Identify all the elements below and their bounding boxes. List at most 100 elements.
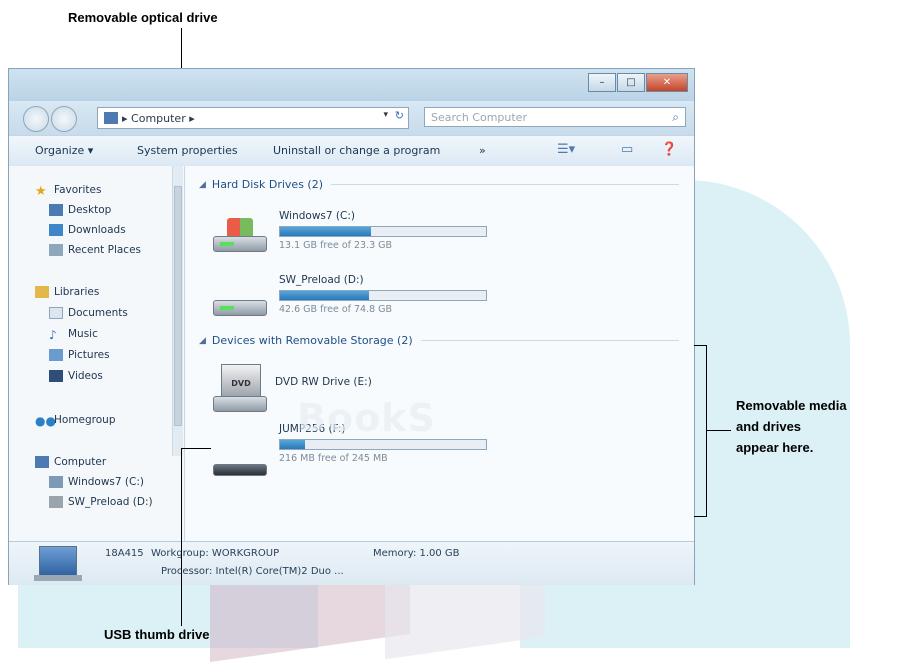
annotation-usb-pointer [181,448,182,626]
breadcrumb-separator: ▸ [122,111,132,125]
collapse-arrow-icon[interactable]: ◢ [199,336,206,346]
windows-logo-icon [227,218,253,238]
breadcrumb-chevron-icon[interactable]: ▸ [186,112,195,125]
recent-places-icon [49,244,63,256]
back-button[interactable] [23,106,49,132]
nav-libraries[interactable]: Libraries [35,284,99,300]
nav-favorites-label: Favorites [54,184,102,196]
collapse-arrow-icon[interactable]: ◢ [199,180,206,190]
nav-computer-label: Computer [54,456,107,468]
nav-computer[interactable]: Computer [35,454,106,470]
annotation-removable-media-line1: Removable media [736,398,847,413]
group-hard-disk-label: Hard Disk Drives (2) [211,178,324,191]
nav-libraries-label: Libraries [54,286,100,298]
computer-icon [104,112,118,124]
nav-videos-label: Videos [68,370,103,382]
desktop-icon [49,204,63,216]
address-row: ▸ Computer ▸ ▾ ↻ Search Computer ⌕ [9,101,694,135]
annotation-bracket-pointer [707,430,731,431]
maximize-button[interactable]: □ [617,73,645,92]
drive-e-icon[interactable]: DVD [213,364,267,412]
music-icon: ♪ [49,328,57,342]
nav-documents-label: Documents [68,307,128,319]
content-pane: ◢ Hard Disk Drives (2) Windows7 (C:) 13.… [185,166,694,541]
drive-f-name[interactable]: JUMP256 (F:) [279,423,346,435]
nav-desktop-label: Desktop [68,204,112,216]
hard-drive-icon [213,236,267,252]
help-icon[interactable]: ❓ [661,142,677,157]
nav-downloads-label: Downloads [68,224,126,236]
uninstall-program-button[interactable]: Uninstall or change a program [273,144,440,157]
drive-d-usage-fill [280,291,369,300]
annotation-usb-drive: USB thumb drive [104,627,210,642]
documents-icon [49,307,63,319]
computer-icon [35,456,49,468]
preview-pane-icon[interactable]: ▭ [621,142,633,157]
drive-c-free: 13.1 GB free of 23.3 GB [279,240,393,251]
nav-windows7-c-label: Windows7 (C:) [68,476,144,488]
computer-large-icon [34,546,82,581]
nav-scrollbar-thumb[interactable] [174,186,182,426]
search-input[interactable]: Search Computer ⌕ [424,107,686,127]
close-button[interactable]: ✕ [646,73,688,92]
hard-drive-icon [213,300,267,316]
details-pc-name: 18A415 [105,548,144,559]
search-icon[interactable]: ⌕ [672,110,679,125]
breadcrumb-computer[interactable]: Computer [131,112,186,125]
downloads-icon [49,224,63,236]
drive-d-free: 42.6 GB free of 74.8 GB [279,304,393,315]
address-dropdown-icon[interactable]: ▾ [383,110,388,120]
drive-e-name[interactable]: DVD RW Drive (E:) [275,376,372,388]
videos-icon [49,370,63,382]
annotation-removable-media-line3: appear here. [736,440,814,455]
optical-drive-icon [213,396,267,412]
nav-music-label: Music [68,328,98,340]
libraries-icon [35,286,49,298]
organize-button[interactable]: Organize ▾ [35,144,93,157]
nav-documents[interactable]: Documents [49,305,128,321]
navigation-pane: ★ Favorites Desktop Downloads Recent Pla… [9,166,185,541]
title-bar[interactable]: – □ ✕ [9,69,694,101]
forward-button[interactable] [51,106,77,132]
view-options-icon[interactable]: ☰▾ [557,142,575,157]
address-bar[interactable]: ▸ Computer ▸ ▾ ↻ [97,107,409,129]
drive-c-icon[interactable] [213,218,267,252]
refresh-icon[interactable]: ↻ [395,109,404,122]
drive-icon [49,496,63,508]
drive-c-name[interactable]: Windows7 (C:) [279,210,355,222]
nav-homegroup-label: Homegroup [54,414,116,426]
nav-sw-preload-d[interactable]: SW_Preload (D:) [49,494,153,510]
drive-f-icon[interactable] [213,442,267,476]
nav-scrollbar[interactable] [172,166,183,456]
nav-downloads[interactable]: Downloads [49,222,126,238]
drive-d-usage-bar [279,290,487,301]
details-memory: Memory: 1.00 GB [373,548,460,559]
homegroup-icon: ●● [35,414,56,428]
system-properties-button[interactable]: System properties [137,144,238,157]
nav-pictures[interactable]: Pictures [49,347,110,363]
minimize-button[interactable]: – [588,73,616,92]
command-bar: Organize ▾ System properties Uninstall o… [9,135,694,167]
group-removable-storage[interactable]: ◢ Devices with Removable Storage (2) [199,334,679,347]
nav-music[interactable]: ♪ Music [49,326,98,342]
details-pane: 18A415 Workgroup: WORKGROUP Memory: 1.00… [9,541,694,585]
drive-d-icon[interactable] [213,282,267,316]
pictures-icon [49,349,63,361]
group-removable-label: Devices with Removable Storage (2) [211,334,413,347]
drive-f-usage-bar [279,439,487,450]
details-workgroup: Workgroup: WORKGROUP [151,548,280,559]
more-commands-button[interactable]: » [479,144,486,157]
annotation-optical-drive: Removable optical drive [68,10,218,25]
drive-f-usage-fill [280,440,305,449]
usb-drive-icon [213,464,267,476]
drive-d-name[interactable]: SW_Preload (D:) [279,274,364,286]
group-hard-disk-drives[interactable]: ◢ Hard Disk Drives (2) [199,178,679,191]
nav-videos[interactable]: Videos [49,368,103,384]
nav-windows7-c[interactable]: Windows7 (C:) [49,474,144,490]
nav-recent-places[interactable]: Recent Places [49,242,141,258]
nav-homegroup[interactable]: ●● Homegroup [35,412,116,428]
nav-favorites[interactable]: ★ Favorites [35,182,102,199]
nav-desktop[interactable]: Desktop [49,202,111,218]
details-processor: Processor: Intel(R) Core(TM)2 Duo ... [161,566,344,577]
nav-sw-preload-d-label: SW_Preload (D:) [68,496,153,508]
